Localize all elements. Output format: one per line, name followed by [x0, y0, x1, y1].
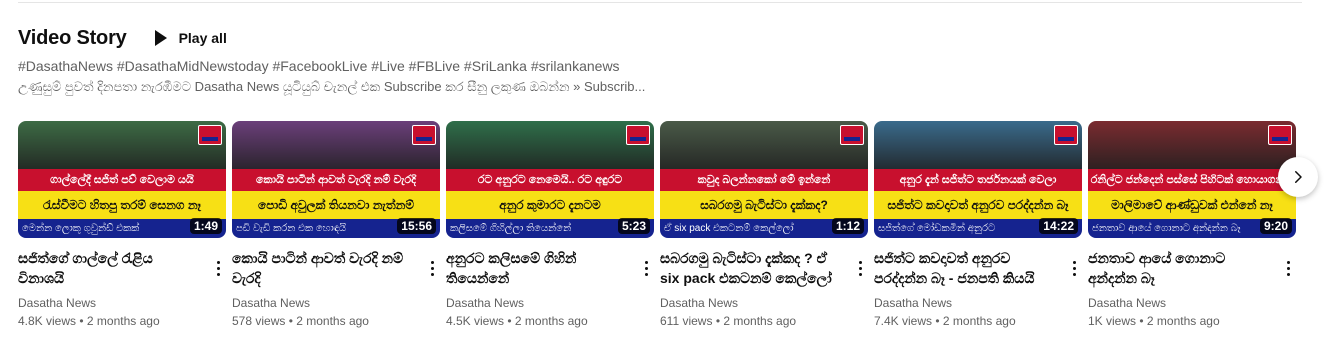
video-card[interactable]: කොයි පාටින් ආවත් වැරදි නම් වැරදි පොඩි අව… [232, 121, 440, 330]
view-count: 7.4K views [874, 314, 933, 328]
video-thumbnail[interactable]: කවුද බලන්නකෝ මේ ඉන්නේ සබරගමු බැටිස්ටා දැ… [660, 121, 868, 238]
more-vert-icon[interactable] [210, 258, 226, 278]
thumbnail-caption-top: අනුර දැන් සජිත්ට තර්ජනයක් වෙලා [874, 169, 1082, 191]
thumbnail-caption-main: සබරගමු බැටිස්ටා දැක්කද? [660, 191, 868, 219]
video-card[interactable]: අනුර දැන් සජිත්ට තර්ජනයක් වෙලා සජිත්ට කව… [874, 121, 1082, 330]
channel-logo-icon [1054, 125, 1078, 145]
channel-name[interactable]: Dasatha News [232, 294, 440, 312]
upload-age: 2 months ago [296, 314, 369, 328]
view-count: 4.8K views [18, 314, 77, 328]
video-stats: 7.4K views • 2 months ago [874, 314, 1016, 328]
video-thumbnail[interactable]: ගාල්ලේදී සජිත් පව් වෙලාම යයි රැස්වීමට හි… [18, 121, 226, 238]
video-duration: 1:49 [189, 218, 222, 234]
upload-age: 2 months ago [942, 314, 1016, 328]
thumbnail-caption-top: කොයි පාටින් ආවත් වැරදි නම් වැරදි [232, 169, 440, 191]
channel-name[interactable]: Dasatha News [1088, 294, 1296, 312]
more-vert-icon[interactable] [638, 258, 654, 278]
channel-name[interactable]: Dasatha News [446, 294, 654, 312]
view-count: 4.5K views [446, 314, 505, 328]
thumbnail-caption-main: මාලිමාවේ ආණ්ඩුවක් එන්නේ නෑ [1088, 191, 1296, 219]
upload-age: 2 months ago [723, 314, 797, 328]
video-card[interactable]: ගාල්ලේදී සජිත් පව් වෙලාම යයි රැස්වීමට හි… [18, 121, 226, 330]
more-vert-icon[interactable] [424, 258, 440, 278]
upload-age: 2 months ago [86, 314, 160, 328]
video-duration: 9:20 [1259, 218, 1292, 234]
video-meta: සජිත්ට කවදාවත් අනුරව පරද්දන්න බෑ - ජනපති… [874, 248, 1082, 330]
video-meta: අනුරට කලිසමේ ගිහින් තියෙන්නේ Dasatha New… [446, 248, 654, 330]
video-duration: 15:56 [397, 218, 436, 234]
upload-age: 2 months ago [1146, 314, 1220, 328]
channel-logo-icon [626, 125, 650, 145]
view-count: 578 views [232, 314, 286, 328]
video-stats: 611 views • 2 months ago [660, 314, 797, 328]
video-card[interactable]: රට අනුරට නෙමෙයි.. රට අඳුරට අනුර කුමාරට ද… [446, 121, 654, 330]
thumbnail-caption-main: පොඩි අවුලක් තියනවා නැත්නම් [232, 191, 440, 219]
play-all-label: Play all [178, 30, 227, 46]
video-card[interactable]: කවුද බලන්නකෝ මේ ඉන්නේ සබරගමු බැටිස්ටා දැ… [660, 121, 868, 330]
video-stats: 578 views • 2 months ago [232, 314, 369, 328]
more-vert-icon[interactable] [1280, 258, 1296, 278]
video-meta: ජනතාව ආයේ ගොනාට අන්දන්න බෑ Dasatha News … [1088, 248, 1296, 330]
video-stats: 4.8K views • 2 months ago [18, 314, 160, 328]
video-card[interactable]: රනිල්ට ජන්දෙන් පස්සේ පිහිටක් හොයාගන්න මා… [1088, 121, 1296, 330]
video-title[interactable]: සජිත්ගේ ගාල්ලේ රැළිය විනාශයි [18, 248, 226, 288]
video-duration: 1:12 [831, 218, 864, 234]
thumbnail-caption-top: රට අනුරට නෙමෙයි.. රට අඳුරට [446, 169, 654, 191]
view-count: 611 views [660, 314, 713, 328]
channel-name[interactable]: Dasatha News [18, 294, 226, 312]
channel-logo-icon [1268, 125, 1292, 145]
shelf-description[interactable]: උණුසුම් පුවත් දිනපතා නැරඹීමට Dasatha New… [18, 79, 645, 95]
shelf-hashtags[interactable]: #DasathaNews #DasathaMidNewstoday #Faceb… [18, 58, 620, 74]
video-thumbnail[interactable]: කොයි පාටින් ආවත් වැරදි නම් වැරදි පොඩි අව… [232, 121, 440, 238]
video-stats: 4.5K views • 2 months ago [446, 314, 588, 328]
video-thumbnail[interactable]: රට අනුරට නෙමෙයි.. රට අඳුරට අනුර කුමාරට ද… [446, 121, 654, 238]
video-duration: 14:22 [1039, 218, 1078, 234]
channel-name[interactable]: Dasatha News [874, 294, 1082, 312]
shelf-title[interactable]: Video Story [18, 27, 127, 50]
chevron-right-icon [1295, 171, 1302, 183]
more-vert-icon[interactable] [852, 258, 868, 278]
play-icon [154, 30, 167, 46]
play-all-button[interactable]: Play all [151, 24, 231, 52]
section-divider [18, 2, 1302, 3]
video-title[interactable]: සජිත්ට කවදාවත් අනුරව පරද්දන්න බෑ - ජනපති… [874, 248, 1082, 288]
view-count: 1K views [1088, 314, 1137, 328]
video-shelf: ගාල්ලේදී සජිත් පව් වෙලාම යයි රැස්වීමට හි… [18, 121, 1302, 331]
thumbnail-caption-main: සජිත්ට කවදාවත් අනුරව පරද්දන්න බෑ [874, 191, 1082, 219]
video-meta: කොයි පාටින් ආවත් වැරදි නම් වැරදි Dasatha… [232, 248, 440, 330]
channel-logo-icon [412, 125, 436, 145]
video-thumbnail[interactable]: අනුර දැන් සජිත්ට තර්ජනයක් වෙලා සජිත්ට කව… [874, 121, 1082, 238]
video-title[interactable]: කොයි පාටින් ආවත් වැරදි නම් වැරදි [232, 248, 440, 288]
video-duration: 5:23 [617, 218, 650, 234]
channel-logo-icon [840, 125, 864, 145]
video-meta: සජිත්ගේ ගාල්ලේ රැළිය විනාශයි Dasatha New… [18, 248, 226, 330]
video-thumbnail[interactable]: රනිල්ට ජන්දෙන් පස්සේ පිහිටක් හොයාගන්න මා… [1088, 121, 1296, 238]
upload-age: 2 months ago [514, 314, 588, 328]
video-meta: සබරගමු බැටිස්ටා දැක්කද ? ඒ six pack එකටන… [660, 248, 868, 330]
thumbnail-caption-top: කවුද බලන්නකෝ මේ ඉන්නේ [660, 169, 868, 191]
shelf-header: Video Story Play all [18, 24, 231, 52]
channel-logo-icon [198, 125, 222, 145]
thumbnail-caption-main: රැස්වීමට හිතපු තරම් සෙනග නෑ [18, 191, 226, 219]
thumbnail-caption-top: රනිල්ට ජන්දෙන් පස්සේ පිහිටක් හොයාගන්න [1088, 169, 1296, 191]
channel-name[interactable]: Dasatha News [660, 294, 868, 312]
more-vert-icon[interactable] [1066, 258, 1082, 278]
video-title[interactable]: ජනතාව ආයේ ගොනාට අන්දන්න බෑ [1088, 248, 1296, 288]
thumbnail-caption-top: ගාල්ලේදී සජිත් පව් වෙලාම යයි [18, 169, 226, 191]
video-title[interactable]: සබරගමු බැටිස්ටා දැක්කද ? ඒ six pack එකටන… [660, 248, 868, 288]
video-stats: 1K views • 2 months ago [1088, 314, 1220, 328]
thumbnail-caption-main: අනුර කුමාරට දැනටම [446, 191, 654, 219]
shelf-next-button[interactable] [1278, 157, 1318, 197]
video-title[interactable]: අනුරට කලිසමේ ගිහින් තියෙන්නේ [446, 248, 654, 288]
